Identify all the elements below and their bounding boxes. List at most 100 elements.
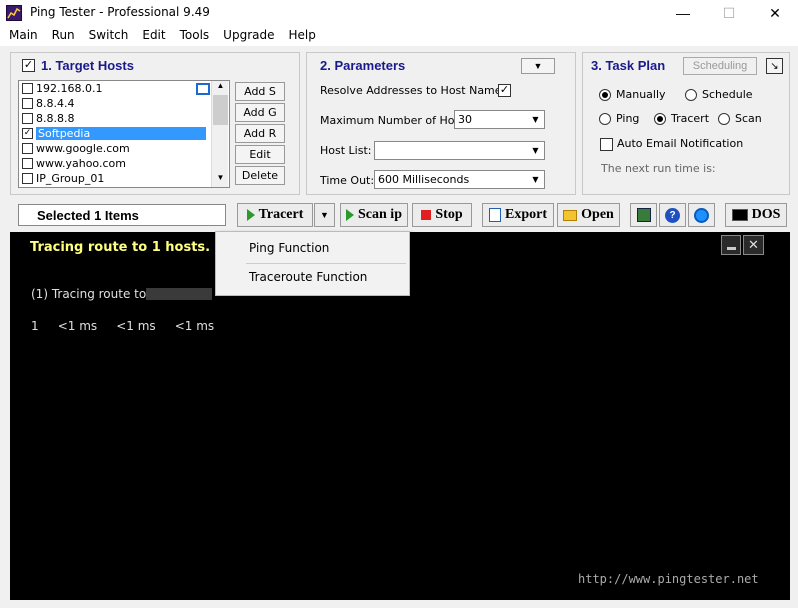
- resolve-checkbox[interactable]: ✓: [498, 84, 511, 97]
- network-button[interactable]: [630, 203, 657, 227]
- console-trace-line: (1) Tracing route to: [31, 287, 147, 301]
- parameters-dropdown-button[interactable]: ▼: [521, 58, 555, 74]
- host-row[interactable]: 8.8.4.4: [19, 96, 229, 111]
- tracert-radio[interactable]: [654, 113, 666, 125]
- host-name: www.yahoo.com: [36, 157, 126, 170]
- chevron-down-icon: ▼: [320, 210, 329, 220]
- email-label: Auto Email Notification: [617, 137, 744, 150]
- host-list[interactable]: 192.168.0.1 8.8.4.4 8.8.8.8 ✓ Softpedia w…: [18, 80, 230, 188]
- minimize-icon: [726, 246, 736, 250]
- scroll-thumb[interactable]: [213, 95, 228, 125]
- open-button[interactable]: Open: [557, 203, 620, 227]
- resolve-label: Resolve Addresses to Host Names:: [320, 84, 511, 97]
- manually-radio[interactable]: [599, 89, 611, 101]
- host-name: 8.8.8.8: [36, 112, 75, 125]
- menu-edit[interactable]: Edit: [135, 26, 172, 46]
- app-icon: [6, 5, 22, 21]
- scan-radio[interactable]: [718, 113, 730, 125]
- maximize-button[interactable]: ☐: [706, 0, 752, 26]
- console-minimize-button[interactable]: [721, 235, 741, 255]
- host-checkbox[interactable]: [22, 173, 33, 184]
- window-title: Ping Tester - Professional 9.49: [30, 5, 210, 19]
- stop-button[interactable]: Stop: [412, 203, 472, 227]
- scroll-down-icon[interactable]: ▼: [213, 173, 228, 186]
- target-hosts-title: 1. Target Hosts: [41, 58, 134, 73]
- host-name: Softpedia: [36, 127, 206, 140]
- menu-bar: Main Run Switch Edit Tools Upgrade Help: [0, 26, 798, 46]
- console-result-line: 1 <1 ms <1 ms <1 ms: [31, 319, 215, 333]
- add-g-button[interactable]: Add G: [235, 103, 285, 122]
- add-r-button[interactable]: Add R: [235, 124, 285, 143]
- host-checkbox[interactable]: [22, 113, 33, 124]
- browser-button[interactable]: [688, 203, 715, 227]
- host-checkbox[interactable]: [22, 143, 33, 154]
- chevron-down-icon[interactable]: ▼: [528, 143, 543, 158]
- select-all-hosts-checkbox[interactable]: ✓: [22, 59, 35, 72]
- minimize-button[interactable]: —: [660, 0, 706, 26]
- host-checkbox[interactable]: [22, 98, 33, 109]
- host-row-selected[interactable]: ✓ Softpedia: [19, 126, 229, 141]
- close-button[interactable]: ✕: [752, 0, 798, 26]
- scan-label: Scan: [735, 112, 762, 125]
- menu-switch[interactable]: Switch: [82, 26, 136, 46]
- host-list-scrollbar[interactable]: ▲ ▼: [211, 81, 228, 187]
- menu-help[interactable]: Help: [281, 26, 322, 46]
- export-icon: [489, 208, 501, 222]
- network-icon: [636, 208, 651, 222]
- open-button-label: Open: [581, 207, 614, 222]
- dos-button[interactable]: DOS: [725, 203, 787, 227]
- hops-select[interactable]: 30 ▼: [454, 110, 545, 129]
- scroll-up-icon[interactable]: ▲: [213, 81, 228, 94]
- export-button[interactable]: Export: [482, 203, 554, 227]
- host-row[interactable]: IP_Group_01: [19, 171, 229, 186]
- menu-tools[interactable]: Tools: [173, 26, 217, 46]
- host-checkbox[interactable]: [22, 158, 33, 169]
- delete-button[interactable]: Delete: [235, 166, 285, 185]
- host-row[interactable]: www.yahoo.com: [19, 156, 229, 171]
- chevron-down-icon[interactable]: ▼: [528, 172, 543, 187]
- website-url[interactable]: http://www.pingtester.net: [578, 572, 759, 586]
- play-icon: [246, 209, 255, 221]
- parameters-title: 2. Parameters: [320, 58, 406, 73]
- schedule-label: Schedule: [702, 88, 753, 101]
- email-checkbox[interactable]: [600, 138, 613, 151]
- stop-button-label: Stop: [435, 207, 463, 222]
- scan-ip-button[interactable]: Scan ip: [340, 203, 408, 227]
- tracert-button-label: Tracert: [258, 207, 304, 222]
- tracert-dropdown-button[interactable]: ▼: [314, 203, 335, 227]
- schedule-radio[interactable]: [685, 89, 697, 101]
- menu-item-ping-function[interactable]: Ping Function: [216, 234, 409, 262]
- next-run-label: The next run time is:: [601, 162, 716, 175]
- redacted-address: [146, 288, 212, 300]
- list-view-icon[interactable]: [196, 83, 210, 95]
- menu-run[interactable]: Run: [45, 26, 82, 46]
- chevron-down-icon[interactable]: ▼: [528, 112, 543, 127]
- console-close-button[interactable]: ✕: [743, 235, 764, 255]
- host-checkbox[interactable]: [22, 83, 33, 94]
- menu-upgrade[interactable]: Upgrade: [216, 26, 281, 46]
- host-name: www.google.com: [36, 142, 130, 155]
- stop-icon: [421, 210, 432, 220]
- terminal-icon: [731, 209, 748, 221]
- edit-button[interactable]: Edit: [235, 145, 285, 164]
- help-button[interactable]: ?: [659, 203, 686, 227]
- host-name: IP_Group_01: [36, 172, 105, 185]
- host-row[interactable]: 8.8.8.8: [19, 111, 229, 126]
- timeout-select[interactable]: 600 Milliseconds ▼: [374, 170, 545, 189]
- ping-radio[interactable]: [599, 113, 611, 125]
- expand-icon[interactable]: ↘: [766, 58, 783, 74]
- menu-item-traceroute-function[interactable]: Traceroute Function: [216, 263, 409, 291]
- hostlist-select[interactable]: ▼: [374, 141, 545, 160]
- scheduling-button[interactable]: Scheduling: [683, 57, 757, 75]
- add-s-button[interactable]: Add S: [235, 82, 285, 101]
- host-name: 192.168.0.1: [36, 82, 103, 95]
- selected-count-display: Selected 1 Items: [18, 204, 226, 226]
- host-name: 8.8.4.4: [36, 97, 75, 110]
- tracert-label: Tracert: [671, 112, 710, 125]
- host-row[interactable]: www.google.com: [19, 141, 229, 156]
- menu-main[interactable]: Main: [2, 26, 45, 46]
- manually-label: Manually: [616, 88, 666, 101]
- scan-ip-button-label: Scan ip: [358, 207, 402, 222]
- tracert-button[interactable]: Tracert: [237, 203, 313, 227]
- host-checkbox-checked[interactable]: ✓: [22, 128, 33, 139]
